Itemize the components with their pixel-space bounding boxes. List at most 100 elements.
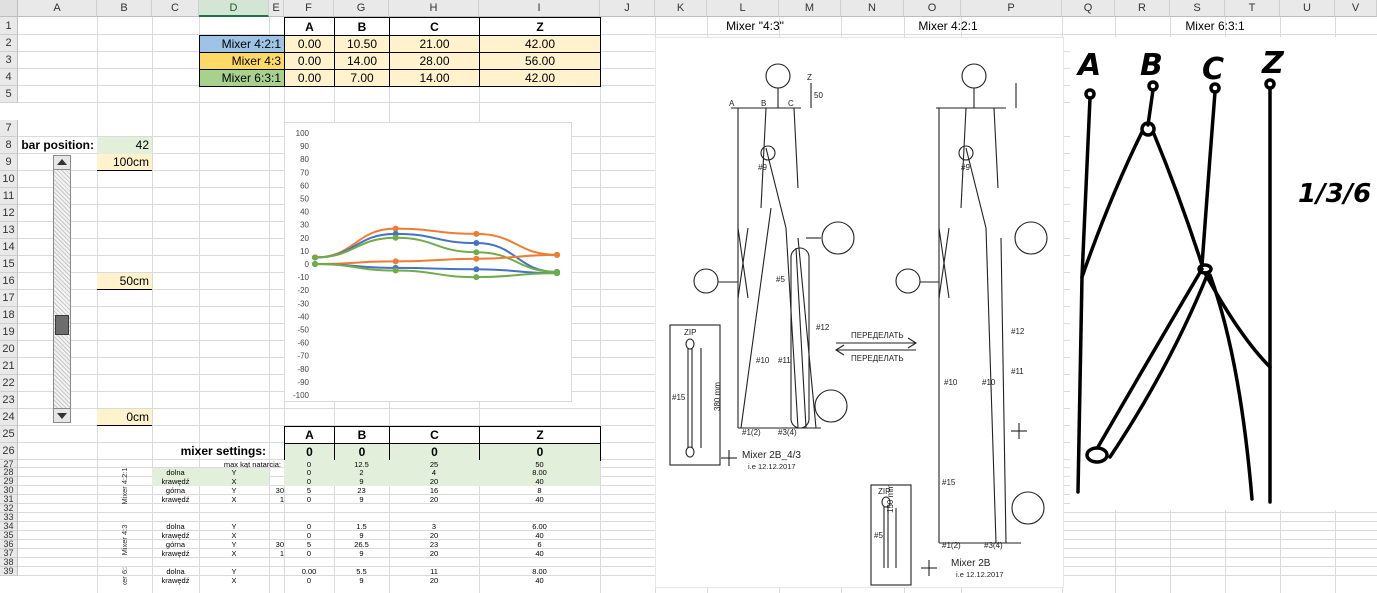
group-cell-i[interactable]: 40 — [479, 495, 600, 504]
scroll-down-button[interactable] — [54, 408, 70, 422]
series-line-4[interactable] — [314, 263, 558, 275]
group-cell-f[interactable]: 0 — [284, 468, 334, 477]
group-cell-f[interactable]: 0 — [284, 477, 334, 486]
series-point-5-3[interactable] — [554, 270, 560, 277]
group-cell-g[interactable]: 9 — [334, 549, 389, 558]
row-header-25[interactable]: 25 — [0, 426, 18, 443]
group-cell-i[interactable]: 6.00 — [479, 522, 600, 531]
row-header-32[interactable]: 32 — [0, 504, 18, 513]
column-header-U[interactable]: U — [1280, 0, 1335, 17]
series-point-2-2[interactable] — [473, 249, 480, 256]
mixer-hand-sketch[interactable]: A B C Z 1/3/6 — [1070, 37, 1377, 510]
row-header-17[interactable]: 17 — [0, 290, 18, 307]
settings-value-A[interactable]: 0 — [284, 443, 335, 461]
group-cell-h[interactable]: 16 — [389, 486, 479, 495]
group-cell-h[interactable]: 20 — [389, 576, 479, 585]
column-header-J[interactable]: J — [600, 0, 655, 17]
row-header-22[interactable]: 22 — [0, 375, 18, 392]
column-header-L[interactable]: L — [707, 0, 779, 17]
top-row-value[interactable]: 0.00 — [284, 35, 335, 53]
column-header-I[interactable]: I — [479, 0, 600, 17]
row-header-8[interactable]: 8 — [0, 137, 18, 154]
top-row-value[interactable]: 21.00 — [389, 35, 480, 53]
column-header-R[interactable]: R — [1115, 0, 1170, 17]
group-cell-i[interactable]: 8.00 — [479, 567, 600, 576]
group-cell-f[interactable]: 5 — [284, 540, 334, 549]
row-header-29[interactable]: 29 — [0, 477, 18, 486]
column-header-G[interactable]: G — [334, 0, 389, 17]
group-cell-i[interactable]: 8.00 — [479, 468, 600, 477]
group-cell-f[interactable]: 5 — [284, 486, 334, 495]
series-point-3-2[interactable] — [473, 255, 480, 262]
top-row-value[interactable]: 14.00 — [334, 52, 390, 70]
row-header-21[interactable]: 21 — [0, 358, 18, 375]
group-cell-i[interactable]: 8 — [479, 486, 600, 495]
column-header-B[interactable]: B — [97, 0, 152, 17]
series-line-5[interactable] — [314, 263, 558, 279]
series-point-2-0[interactable] — [312, 254, 318, 261]
group-cell-i[interactable]: 40 — [479, 549, 600, 558]
top-row-value[interactable]: 56.00 — [479, 52, 601, 70]
row-header-7[interactable]: 7 — [0, 120, 18, 137]
row-header-1[interactable]: 1 — [0, 17, 18, 35]
series-point-3-3[interactable] — [554, 251, 560, 258]
column-header-S[interactable]: S — [1170, 0, 1225, 17]
group-cell-i[interactable]: 40 — [479, 477, 600, 486]
row-header-24[interactable]: 24 — [0, 409, 18, 426]
group-cell-i[interactable]: 40 — [479, 576, 600, 585]
select-all-corner[interactable] — [0, 0, 18, 17]
column-header-M[interactable]: M — [779, 0, 841, 17]
group-cell-f[interactable]: 0 — [284, 522, 334, 531]
series-point-5-1[interactable] — [392, 267, 399, 274]
top-row-value[interactable]: 42.00 — [479, 69, 601, 87]
row-header-36[interactable]: 36 — [0, 540, 18, 549]
column-header-C[interactable]: C — [152, 0, 199, 17]
row-header-3[interactable]: 3 — [0, 52, 18, 69]
row-header-39[interactable]: 39 — [0, 567, 18, 576]
group-cell-g[interactable]: 9 — [334, 531, 389, 540]
group-cell-h[interactable]: 20 — [389, 477, 479, 486]
series-point-0-1[interactable] — [392, 225, 399, 232]
bar-position-value[interactable]: 42 — [97, 137, 152, 154]
row-header-28[interactable]: 28 — [0, 468, 18, 477]
row-header-33[interactable]: 33 — [0, 513, 18, 522]
group-cell-g[interactable]: 5.5 — [334, 567, 389, 576]
column-header-V[interactable]: V — [1335, 0, 1377, 17]
top-row-value[interactable]: 10.50 — [334, 35, 390, 53]
group-cell-g[interactable]: 23 — [334, 486, 389, 495]
row-header-30[interactable]: 30 — [0, 486, 18, 495]
settings-value-C[interactable]: 0 — [389, 443, 480, 461]
top-row-value[interactable]: 0.00 — [284, 52, 335, 70]
row-header-9[interactable]: 9 — [0, 154, 18, 171]
group-cell-f[interactable]: 0 — [284, 576, 334, 585]
row-header-15[interactable]: 15 — [0, 256, 18, 273]
scroll-thumb[interactable] — [55, 314, 69, 335]
series-point-4-2[interactable] — [473, 266, 480, 273]
row-header-34[interactable]: 34 — [0, 522, 18, 531]
row-header-12[interactable]: 12 — [0, 205, 18, 222]
column-header-K[interactable]: K — [655, 0, 707, 17]
line-chart[interactable]: 100 90 80 70 60 50 40 30 20 10 0 -10 -20 -30 -40 -50 -60… — [284, 122, 572, 402]
group-cell-g[interactable]: 1.5 — [334, 522, 389, 531]
group-cell-h[interactable]: 11 — [389, 567, 479, 576]
column-header-Q[interactable]: Q — [1062, 0, 1115, 17]
row-header-18[interactable]: 18 — [0, 307, 18, 324]
column-header-T[interactable]: T — [1225, 0, 1280, 17]
row-header-19[interactable]: 19 — [0, 324, 18, 341]
group-cell-h[interactable]: 20 — [389, 495, 479, 504]
row-header-38[interactable]: 38 — [0, 558, 18, 567]
row-header-20[interactable]: 20 — [0, 341, 18, 358]
row-header-16[interactable]: 16 — [0, 273, 18, 290]
group-cell-h[interactable]: 23 — [389, 540, 479, 549]
group-cell-h[interactable]: 20 — [389, 531, 479, 540]
column-header-E[interactable]: E — [269, 0, 284, 17]
top-row-value[interactable]: 14.00 — [389, 69, 480, 87]
row-header-23[interactable]: 23 — [0, 392, 18, 409]
row-header-4[interactable]: 4 — [0, 69, 18, 86]
group-cell-g[interactable]: 9 — [334, 576, 389, 585]
column-header-P[interactable]: P — [961, 0, 1062, 17]
top-row-value[interactable]: 28.00 — [389, 52, 480, 70]
group-cell-g[interactable]: 2 — [334, 468, 389, 477]
mixer-technical-drawing[interactable]: A B C Z 50 #9 #5 #10 #11 #12 #1(2) #3(4)… — [655, 37, 1064, 588]
bar-position-scrollbar[interactable] — [53, 155, 71, 423]
